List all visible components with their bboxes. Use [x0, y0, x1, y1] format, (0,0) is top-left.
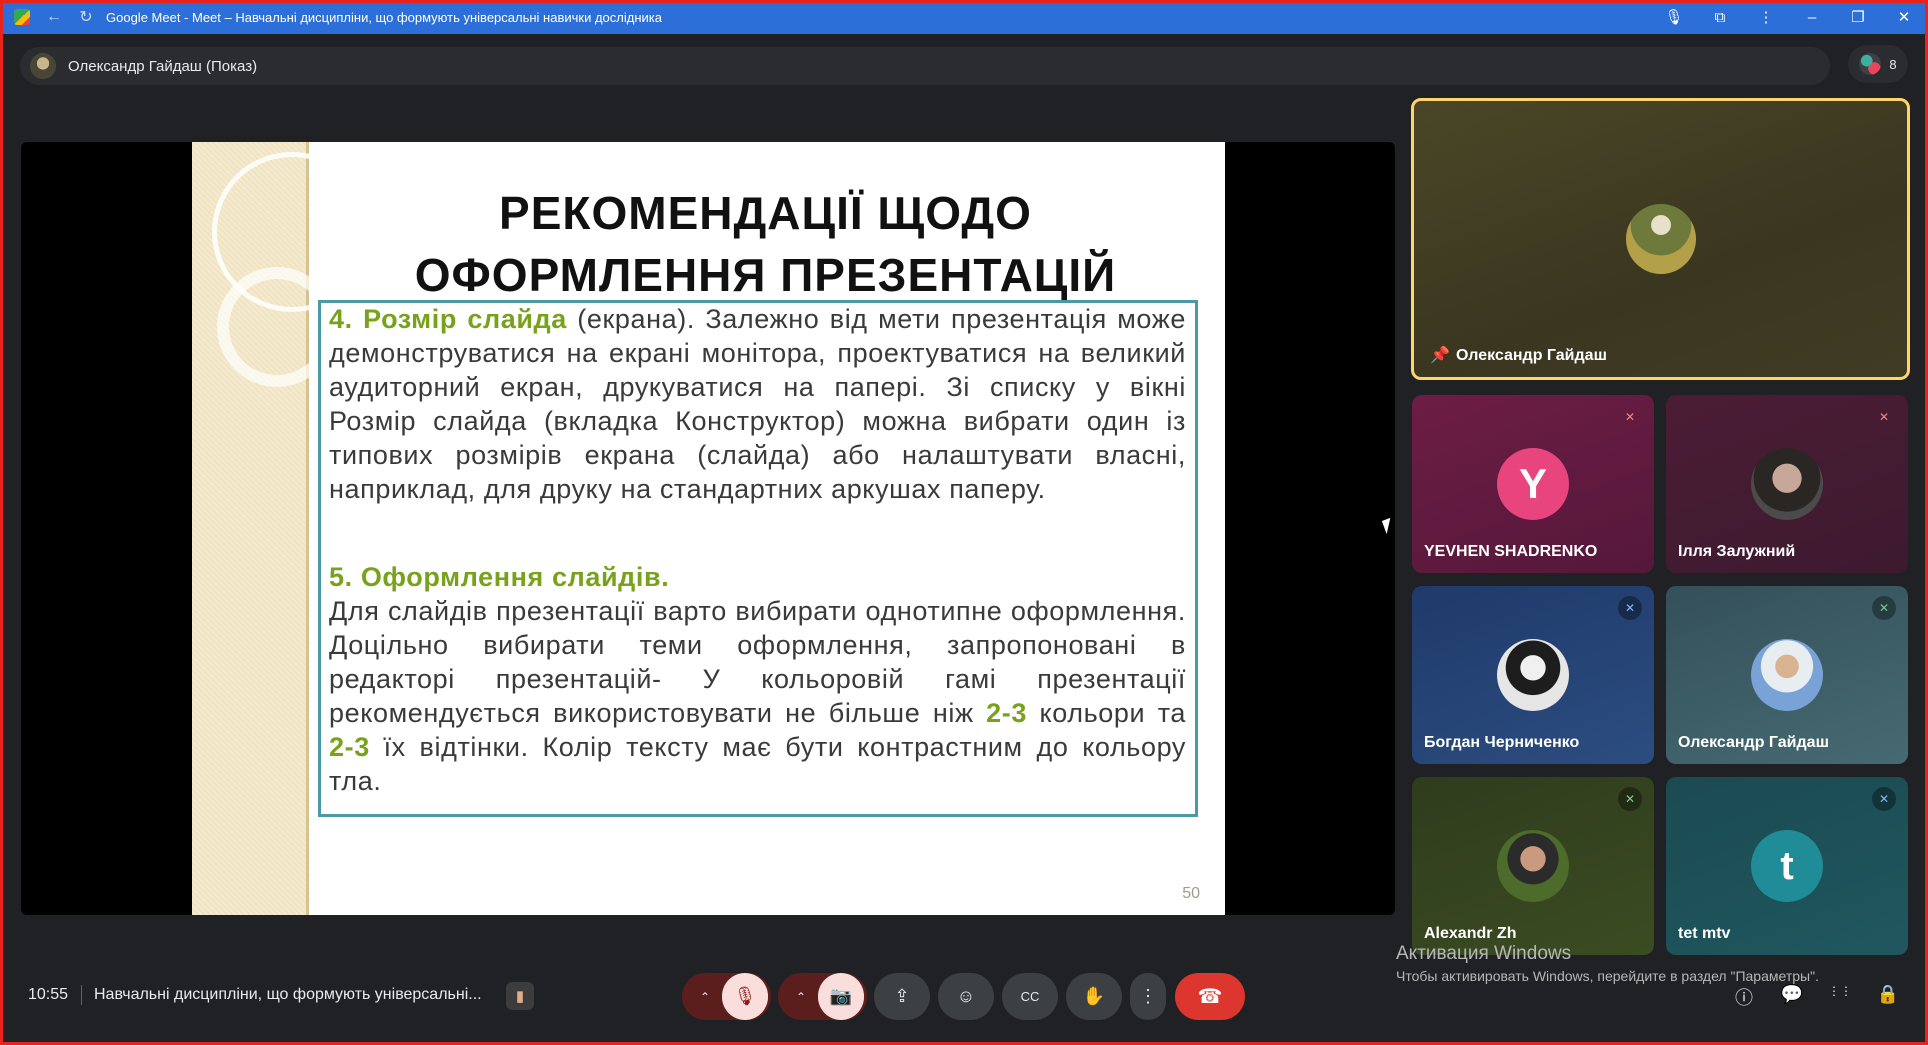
participant-name: Ілля Залужний — [1678, 543, 1796, 560]
leave-call-button[interactable]: ☎ — [1175, 973, 1245, 1020]
video-options-chevron-icon[interactable]: ⌃ — [786, 973, 816, 1020]
more-options-button[interactable]: ⋮ — [1130, 973, 1166, 1020]
divider — [81, 985, 82, 1005]
windows-activation-watermark: Активация Windows Чтобы активировать Win… — [1396, 943, 1819, 984]
participant-name: YEVHEN SHADRENKO — [1424, 543, 1598, 560]
mic-icon[interactable]: 🎙 — [1664, 8, 1684, 26]
camera-off-button[interactable]: 📷 — [818, 973, 864, 1020]
slide-title: РЕКОМЕНДАЦІЇ ЩОДО ОФОРМЛЕННЯ ПРЕЗЕНТАЦІЙ — [306, 182, 1225, 306]
slide-title-line1: РЕКОМЕНДАЦІЇ ЩОДО — [499, 187, 1032, 239]
minimize-icon[interactable]: – — [1802, 9, 1822, 26]
pinned-participant-tile[interactable]: 📌 Олександр Гайдаш — [1411, 98, 1910, 380]
presenter-name: Олександр Гайдаш (Показ) — [68, 57, 258, 75]
avatar: Y — [1497, 448, 1569, 520]
mic-off-icon: ✕ — [1624, 410, 1636, 424]
meeting-title: Навчальні дисципліни, що формують універ… — [94, 986, 482, 1003]
participant-name: Олександр Гайдаш — [1678, 734, 1829, 751]
captions-button[interactable]: CC — [1002, 973, 1058, 1020]
presenter-avatar — [30, 53, 56, 79]
avatar — [1751, 448, 1823, 520]
hand-icon: ✋ — [1082, 986, 1106, 1006]
slide-p1-heading: 4. Розмір слайда — [329, 304, 567, 334]
reload-icon[interactable]: ↻ — [78, 7, 94, 27]
avatar — [1751, 639, 1823, 711]
participant-tile[interactable]: ✕ Богдан Черниченко — [1412, 586, 1654, 764]
participant-tile[interactable]: ✕ Олександр Гайдаш — [1666, 586, 1908, 764]
mic-off-icon: ✕ — [1872, 787, 1896, 811]
slide-p1-text: (екрана). Залежно від мети презентація м… — [329, 304, 1187, 504]
slide: РЕКОМЕНДАЦІЇ ЩОДО ОФОРМЛЕННЯ ПРЕЗЕНТАЦІЙ… — [192, 142, 1225, 915]
activation-subtitle: Чтобы активировать Windows, перейдите в … — [1396, 968, 1819, 984]
mic-off-icon: ✕ — [1618, 596, 1642, 620]
present-screen-icon: ⇪ — [894, 986, 910, 1006]
back-icon[interactable]: ← — [46, 8, 62, 26]
activities-icon[interactable]: ⋮⋮ — [1827, 984, 1853, 998]
emoji-icon: ☺ — [956, 986, 976, 1006]
host-controls-icon[interactable]: 🔒 — [1875, 984, 1901, 1005]
mic-off-icon: 🎙 — [733, 986, 757, 1006]
window-title: Google Meet - Meet – Навчальні дисциплін… — [106, 9, 662, 25]
participant-tile[interactable]: ✕ t tet mtv — [1666, 777, 1908, 955]
meet-favicon-icon — [14, 9, 30, 25]
people-button[interactable]: 8 — [1848, 45, 1908, 83]
emoji-button[interactable]: ☺ — [938, 973, 994, 1020]
slide-paragraph-2-heading: 5. Оформлення слайдів. — [329, 560, 1186, 594]
presentation-stage: РЕКОМЕНДАЦІЇ ЩОДО ОФОРМЛЕННЯ ПРЕЗЕНТАЦІЙ… — [21, 142, 1395, 915]
chat-icon[interactable]: 💬 — [1779, 984, 1805, 1005]
extensions-icon[interactable]: ⧉ — [1710, 9, 1730, 26]
people-count: 8 — [1889, 56, 1897, 72]
camera-off-icon: 📷 — [829, 986, 853, 1006]
participant-name: Богдан Черниченко — [1424, 734, 1580, 751]
present-button[interactable]: ⇪ — [874, 973, 930, 1020]
slide-p2-text-c: їх відтінки. Колір тексту має бути контр… — [329, 732, 1186, 796]
avatar — [1625, 204, 1696, 274]
audio-options-chevron-icon[interactable]: ⌃ — [690, 973, 720, 1020]
mic-off-button[interactable]: 🎙 — [722, 973, 768, 1020]
browser-title-bar: ← ↻ Google Meet - Meet – Навчальні дисци… — [0, 0, 1928, 34]
menu-icon[interactable]: ⋮ — [1756, 8, 1776, 26]
slide-p2-text-b: кольори та — [1026, 698, 1186, 728]
avatar: t — [1751, 830, 1823, 902]
people-icon — [1859, 53, 1882, 75]
meeting-time: 10:55 — [28, 986, 69, 1003]
captions-icon: CC — [1020, 989, 1040, 1004]
avatar — [1497, 639, 1569, 711]
presenter-bar: Олександр Гайдаш (Показ) — [20, 47, 1830, 85]
slide-page-number: 50 — [1182, 885, 1200, 902]
participant-name: tet mtv — [1678, 925, 1731, 942]
participant-tile[interactable]: ✕ Ілля Залужний — [1666, 395, 1908, 573]
more-vert-icon: ⋮ — [1139, 986, 1157, 1006]
mic-off-icon: ✕ — [1872, 596, 1896, 620]
slide-p2-highlight-1: 2-3 — [986, 698, 1027, 728]
slide-p2-highlight-2: 2-3 — [329, 732, 370, 762]
slide-paragraph-2: Для слайдів презентації варто вибирати о… — [329, 594, 1186, 798]
participant-name: Alexandr Zh — [1424, 925, 1517, 942]
participant-tile[interactable]: ✕ Y YEVHEN SHADRENKO — [1412, 395, 1654, 573]
mic-off-icon: ✕ — [1878, 410, 1890, 424]
slide-p2-heading: 5. Оформлення слайдів. — [329, 562, 670, 592]
activation-title: Активация Windows — [1396, 943, 1572, 964]
document-icon[interactable]: ▮ — [506, 982, 534, 1010]
restore-icon[interactable]: ❐ — [1848, 8, 1868, 26]
avatar — [1497, 830, 1569, 902]
slide-paragraph-1: 4. Розмір слайда (екрана). Залежно від м… — [329, 302, 1186, 506]
mic-off-icon: ✕ — [1618, 787, 1642, 811]
slide-body: 4. Розмір слайда (екрана). Залежно від м… — [329, 302, 1186, 798]
pin-icon[interactable]: 📌 — [1430, 345, 1450, 365]
end-call-icon: ☎ — [1197, 986, 1223, 1008]
close-icon[interactable]: ✕ — [1894, 8, 1914, 26]
slide-title-line2: ОФОРМЛЕННЯ ПРЕЗЕНТАЦІЙ — [414, 249, 1117, 301]
participant-name: Олександр Гайдаш — [1456, 347, 1607, 364]
meeting-info-icon[interactable]: ⓘ — [1731, 984, 1757, 1010]
raise-hand-button[interactable]: ✋ — [1066, 973, 1122, 1020]
participant-tile[interactable]: ✕ Alexandr Zh — [1412, 777, 1654, 955]
